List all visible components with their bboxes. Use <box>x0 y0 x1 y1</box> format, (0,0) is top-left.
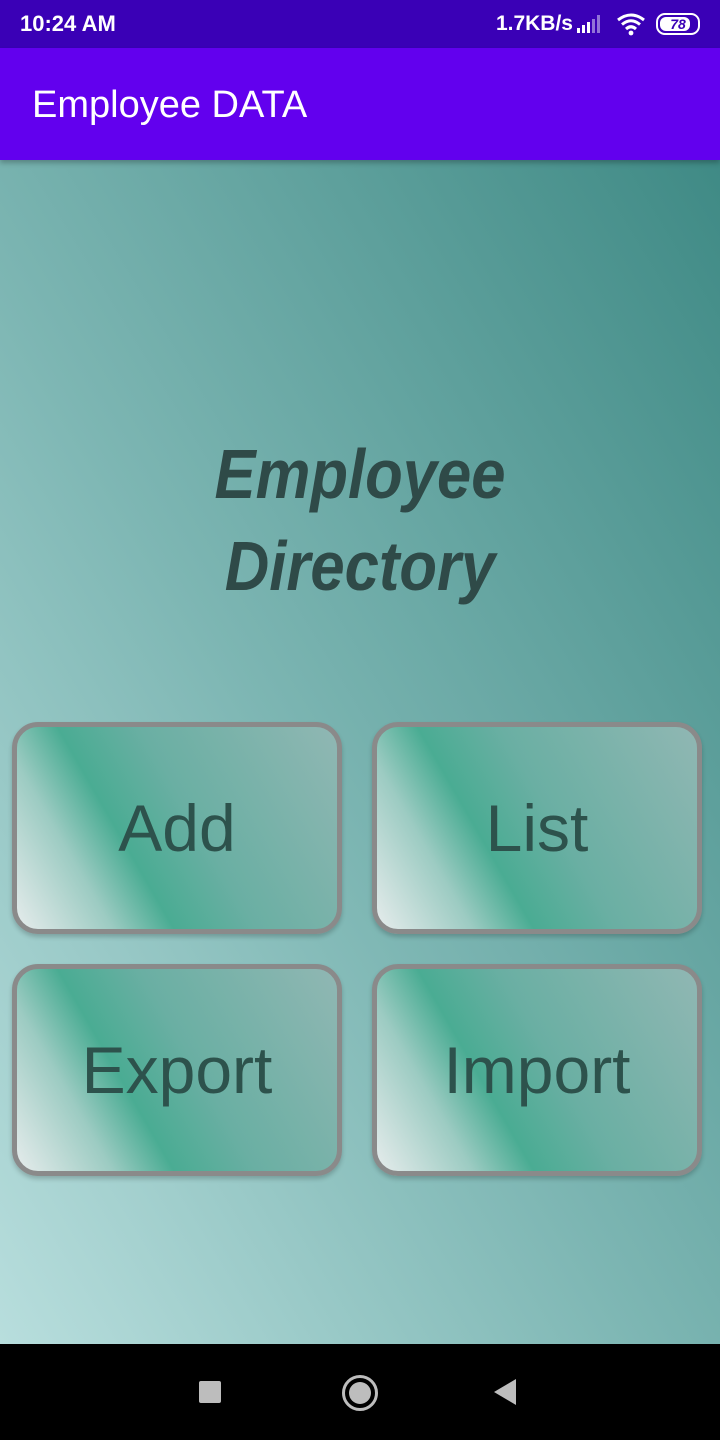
heading-line-1: Employee <box>214 435 506 513</box>
battery-level: 78 <box>670 16 686 32</box>
app-bar: Employee DATA <box>0 48 720 160</box>
status-icons: 1.7KB/s 78 <box>496 8 700 40</box>
signal-icon <box>577 15 602 33</box>
home-circle-icon[interactable] <box>342 1375 378 1411</box>
page-heading: Employee Directory <box>43 428 677 612</box>
app-title: Employee DATA <box>32 84 308 126</box>
list-button[interactable]: List <box>372 722 702 934</box>
back-triangle-icon[interactable] <box>494 1379 516 1405</box>
main-content: Employee Directory Add List Export Impor… <box>0 160 720 1344</box>
recents-square-icon[interactable] <box>199 1381 221 1403</box>
wifi-icon <box>617 13 645 36</box>
navigation-bar <box>0 1344 720 1440</box>
heading-line-2: Directory <box>224 527 496 605</box>
network-speed: 1.7KB/s <box>495 12 573 35</box>
status-bar: 10:24 AM 1.7KB/s 78 <box>0 0 720 48</box>
import-button[interactable]: Import <box>372 964 702 1176</box>
battery-icon: 78 <box>656 13 700 35</box>
export-button[interactable]: Export <box>12 964 342 1176</box>
add-button[interactable]: Add <box>12 722 342 934</box>
status-time: 10:24 AM <box>20 11 116 36</box>
